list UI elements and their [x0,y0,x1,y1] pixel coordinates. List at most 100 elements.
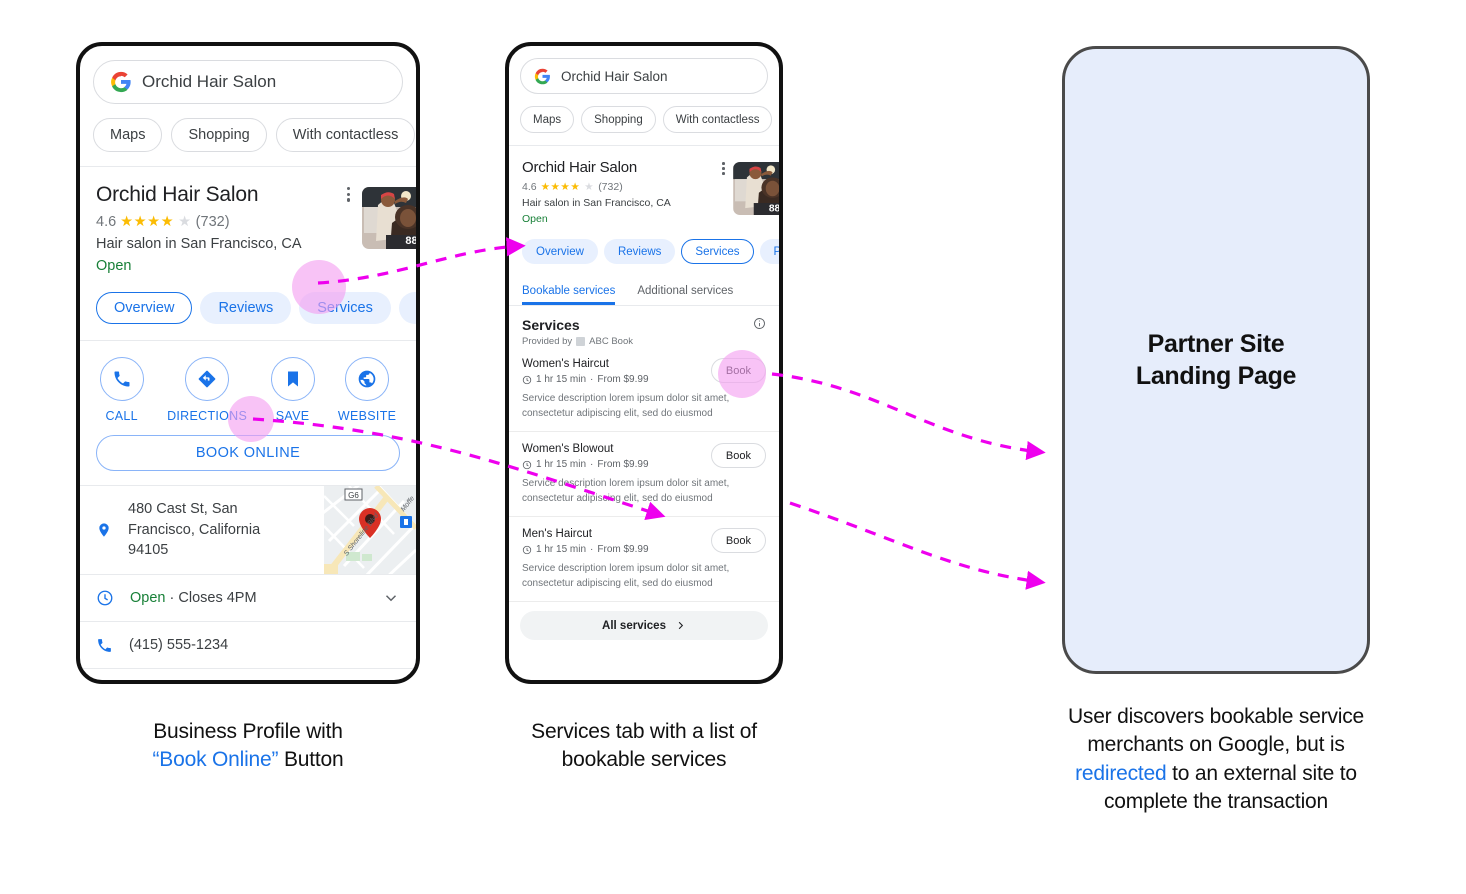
globe-small-icon [96,684,113,685]
star-empty-1: ★ [178,214,192,230]
all-services-button[interactable]: All services [520,611,768,640]
profile-tabs-2[interactable]: Overview Reviews Services Photo [509,225,779,275]
tab-photos-1[interactable]: Photo [398,292,416,324]
action-call-label: CALL [105,409,138,423]
chip-maps-2[interactable]: Maps [520,106,575,133]
chip-maps[interactable]: Maps [93,118,163,152]
info-icon[interactable] [753,317,766,330]
stars-filled-2: ★★★★ [540,181,581,193]
clock-icon [522,375,532,384]
globe-icon [345,357,390,401]
website-row[interactable]: orchidhair-sf.com [80,669,416,685]
tab-overview-1[interactable]: Overview [96,292,193,324]
chip-shopping[interactable]: Shopping [171,118,267,152]
tab-reviews-1[interactable]: Reviews [200,292,292,324]
map-thumbnail[interactable]: G6 S Shoreline Blvd Moffe [324,486,416,574]
star-empty-2: ★ [584,181,595,193]
chip-with-contactless[interactable]: With contactless [275,118,416,152]
action-website[interactable]: WEBSITE [338,357,396,423]
service-name-0: Women's Haircut [522,358,609,370]
highlight-services-tab [292,260,346,314]
hours-row[interactable]: Open · Closes 4PM [80,575,416,621]
clock-icon [97,590,113,606]
filter-chips-2[interactable]: Maps Shopping With contactless Me [509,106,779,133]
provider-logo-icon [576,337,586,346]
business-name-2: Orchid Hair Salon [522,159,637,176]
tab-services-2[interactable]: Services [681,239,754,264]
svg-text:88+: 88+ [769,204,783,215]
caption2-line1: Services tab with a list of [531,720,757,743]
arrow-book-to-partner-2 [789,501,1046,590]
arrow-book-to-partner-1 [771,372,1046,461]
service-price-2: From $9.99 [597,544,649,555]
service-name-1: Women's Blowout [522,443,614,455]
subtab-additional-services[interactable]: Additional services [637,275,733,305]
chip-with-contactless-2[interactable]: With contactless [662,106,773,133]
diagram-stage: Orchid Hair Salon Maps Shopping With con… [0,0,1466,894]
tab-reviews-2[interactable]: Reviews [603,239,676,264]
hours-closes: Closes 4PM [178,589,257,606]
caption1-tail: Button [278,748,344,772]
caption2-line2: bookable services [561,748,727,772]
tab-photos-2[interactable]: Photo [759,239,779,264]
service-duration-1: 1 hr 15 min [536,459,587,470]
google-g-icon [534,68,550,84]
tab-overview-2[interactable]: Overview [522,239,598,264]
partner-site-line1: Partner Site [1147,330,1285,358]
business-photo-2[interactable]: 88+ [733,162,783,215]
search-bar-2[interactable]: Orchid Hair Salon [520,58,768,94]
hours-status: Open [130,589,166,606]
salon-photo: 88+ [733,162,783,215]
hours-sep: · [165,589,179,606]
book-button-1[interactable]: Book [710,443,766,468]
provider-name: ABC Book [589,336,633,347]
phone-number: (415) 555-1234 [129,636,229,653]
business-header-1: Orchid Hair Salon 4.6 ★★★★ ★ (732) Hair s… [80,167,416,274]
caption-business-profile: Business Profile with “Book Online” Butt… [76,718,420,775]
service-description-2: Service description lorem ipsum dolor si… [522,563,730,589]
services-subtabs[interactable]: Bookable services Additional services [509,275,779,306]
service-description-0: Service description lorem ipsum dolor si… [522,393,730,419]
service-item-2: Men's Haircut 1 hr 15 min · From $9.99 B… [509,517,779,602]
more-options-icon-1[interactable] [346,187,350,202]
business-category-2: Hair salon in San Francisco, CA [522,197,671,209]
rating-value-1: 4.6 [96,214,117,230]
stars-filled-1: ★★★★ [120,214,175,230]
hours-text: Open · Closes 4PM [130,588,257,609]
google-g-icon [111,71,131,93]
location-pin-icon [99,523,109,537]
filter-chips-1[interactable]: Maps Shopping With contactless Me [80,118,416,152]
service-sep-2: · [590,544,594,555]
clock-icon [522,460,532,469]
partner-site-line2: Landing Page [1135,362,1297,390]
svg-text:88+: 88+ [405,235,420,247]
rating-value-2: 4.6 [522,181,537,193]
business-category-1: Hair salon in San Francisco, CA [96,236,302,252]
business-status-2: Open [522,213,548,225]
search-bar-1[interactable]: Orchid Hair Salon [93,60,403,104]
action-website-label: WEBSITE [337,409,397,423]
rating-line-2: 4.6 ★★★★ ★ (732) [522,181,671,193]
review-count-2: (732) [598,181,623,193]
subtab-bookable-services[interactable]: Bookable services [522,275,615,305]
partner-site-text: Partner Site Landing Page [1135,328,1297,392]
business-photo-1[interactable]: 88+ [362,187,420,249]
service-name-2: Men's Haircut [522,528,592,540]
profile-tabs-1[interactable]: Overview Reviews Services Photo [80,274,416,340]
chevron-down-icon[interactable] [382,589,400,607]
phone-icon [99,357,144,401]
service-duration-0: 1 hr 15 min [536,374,587,385]
more-options-icon-2[interactable] [722,162,725,175]
action-call[interactable]: CALL [99,357,144,423]
action-save[interactable]: SAVE [270,357,315,423]
review-count-1: (732) [195,214,230,230]
service-price-1: From $9.99 [597,459,649,470]
rating-line-1: 4.6 ★★★★ ★ (732) [96,214,302,230]
phone-row[interactable]: (415) 555-1234 [80,622,416,668]
chip-shopping-2[interactable]: Shopping [581,106,656,133]
caption1-line1: Business Profile with [153,720,343,743]
salon-photo: 88+ [362,187,420,249]
address-row[interactable]: 480 Cast St, San Francisco, California 9… [80,486,416,574]
book-button-2[interactable]: Book [710,528,766,553]
phone-business-profile: Orchid Hair Salon Maps Shopping With con… [76,42,420,684]
